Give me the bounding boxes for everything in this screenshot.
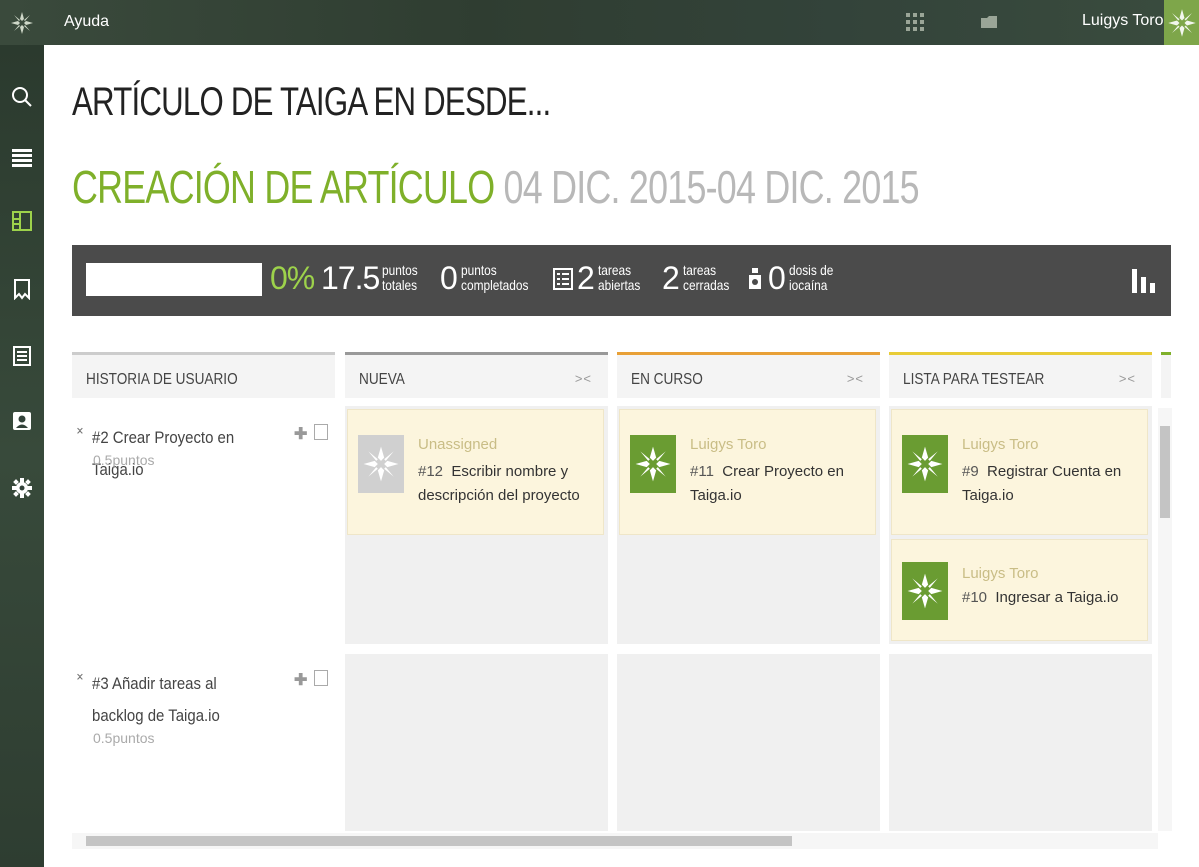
progress-bar [86,263,262,296]
closed-tasks-value: 2 [662,260,680,296]
settings-icon[interactable] [0,466,44,510]
column-header-user-story: HISTORIA DE USUARIO [72,352,335,398]
fold-column-icon[interactable]: >< [575,371,592,386]
fold-column-icon[interactable]: >< [1119,371,1136,386]
card-title[interactable]: #10 Ingresar a Taiga.io [962,586,1142,610]
column-header-next [1161,352,1171,398]
card-title[interactable]: #12 Escribir nombre y descripción del pr… [418,460,598,508]
kanban-icon[interactable] [0,199,44,243]
project-title: ARTÍCULO DE TAIGA EN DESDE... [72,80,551,124]
sprint-name: CREACIÓN DE ARTÍCULO [72,161,495,213]
scrollbar-thumb[interactable] [1160,426,1170,518]
user-avatar[interactable] [1164,0,1199,45]
card-owner[interactable]: Luigys Toro [962,565,1038,582]
card-owner[interactable]: Luigys Toro [962,436,1038,453]
search-icon[interactable] [0,75,44,119]
card-title[interactable]: #9 Registrar Cuenta en Taiga.io [962,460,1142,508]
user-story-title[interactable]: #3 Añadir tareas al backlog de Taiga.io [92,668,250,732]
help-link[interactable]: Ayuda [64,13,109,31]
top-navbar: Ayuda Luigys Toro [0,0,1199,45]
task-card[interactable]: Luigys Toro #11 Crear Proyecto en Taiga.… [619,409,876,535]
collapse-icon[interactable]: ⌄ ⌃ [74,420,86,442]
total-points-value: 17.5 [321,260,380,296]
board-cell [889,654,1152,831]
card-owner[interactable]: Unassigned [418,436,497,453]
issues-icon[interactable] [0,267,44,311]
column-header-en-curso: EN CURSO >< [617,352,880,398]
chart-icon[interactable] [1130,265,1158,295]
backlog-icon[interactable] [0,136,44,180]
sprint-dates: 04 DIC. 2015-04 DIC. 2015 [503,161,920,213]
task-card[interactable]: Luigys Toro #10 Ingresar a Taiga.io [891,539,1148,641]
user-story-points: 0.5puntos [93,452,155,468]
bulk-add-icon[interactable] [314,670,328,686]
add-task-icon[interactable]: ✚ [294,670,307,690]
user-avatar [630,435,676,493]
fold-column-icon[interactable]: >< [847,371,864,386]
wiki-icon[interactable] [0,334,44,378]
user-name[interactable]: Luigys Toro [1082,12,1164,30]
total-points-label: puntos totales [382,262,418,293]
closed-tasks-label: tareas cerradas [683,262,730,293]
open-tasks-label: tareas abiertas [598,262,641,293]
team-icon[interactable] [0,399,44,443]
iocaine-label: dosis de iocaína [789,262,834,293]
user-story-row: ⌄ ⌃ #2 Crear Proyecto en Taiga.io 0.5punt… [72,420,335,652]
task-card[interactable]: Luigys Toro #9 Registrar Cuenta en Taiga… [891,409,1148,535]
sidebar [0,45,44,867]
vertical-scrollbar[interactable] [1158,408,1172,831]
progress-percent: 0% [270,260,315,296]
taiga-logo-icon[interactable] [0,0,44,45]
user-story-row: ⌄ ⌃ #3 Añadir tareas al backlog de Taiga.… [72,666,335,828]
grid-icon[interactable] [905,12,925,32]
task-card[interactable]: Unassigned #12 Escribir nombre y descrip… [347,409,604,535]
board-cell [345,654,608,831]
iocaine-value: 0 [768,260,786,296]
unassigned-avatar [358,435,404,493]
completed-points-value: 0 [440,260,458,296]
user-story-points: 0.5puntos [93,730,155,746]
user-avatar [902,435,948,493]
bulk-add-icon[interactable] [314,424,328,440]
sprint-title: CREACIÓN DE ARTÍCULO 04 DIC. 2015-04 DIC… [72,160,920,214]
scrollbar-thumb[interactable] [86,836,792,846]
card-owner[interactable]: Luigys Toro [690,436,766,453]
column-header-lista-para-testear: LISTA PARA TESTEAR >< [889,352,1152,398]
user-avatar [902,562,948,620]
horizontal-scrollbar[interactable] [72,833,1158,849]
board-cell [617,654,880,831]
sprint-stats-bar: 0% 17.5 puntos totales 0 puntos completado… [72,245,1171,316]
open-tasks-icon [553,268,573,295]
completed-points-label: puntos completados [461,262,529,293]
iocaine-icon [747,267,763,296]
add-task-icon[interactable]: ✚ [294,424,307,444]
collapse-icon[interactable]: ⌄ ⌃ [74,666,86,688]
open-tasks-value: 2 [577,260,595,296]
folder-icon[interactable] [979,12,999,32]
card-title[interactable]: #11 Crear Proyecto en Taiga.io [690,460,870,508]
column-header-nueva: NUEVA >< [345,352,608,398]
